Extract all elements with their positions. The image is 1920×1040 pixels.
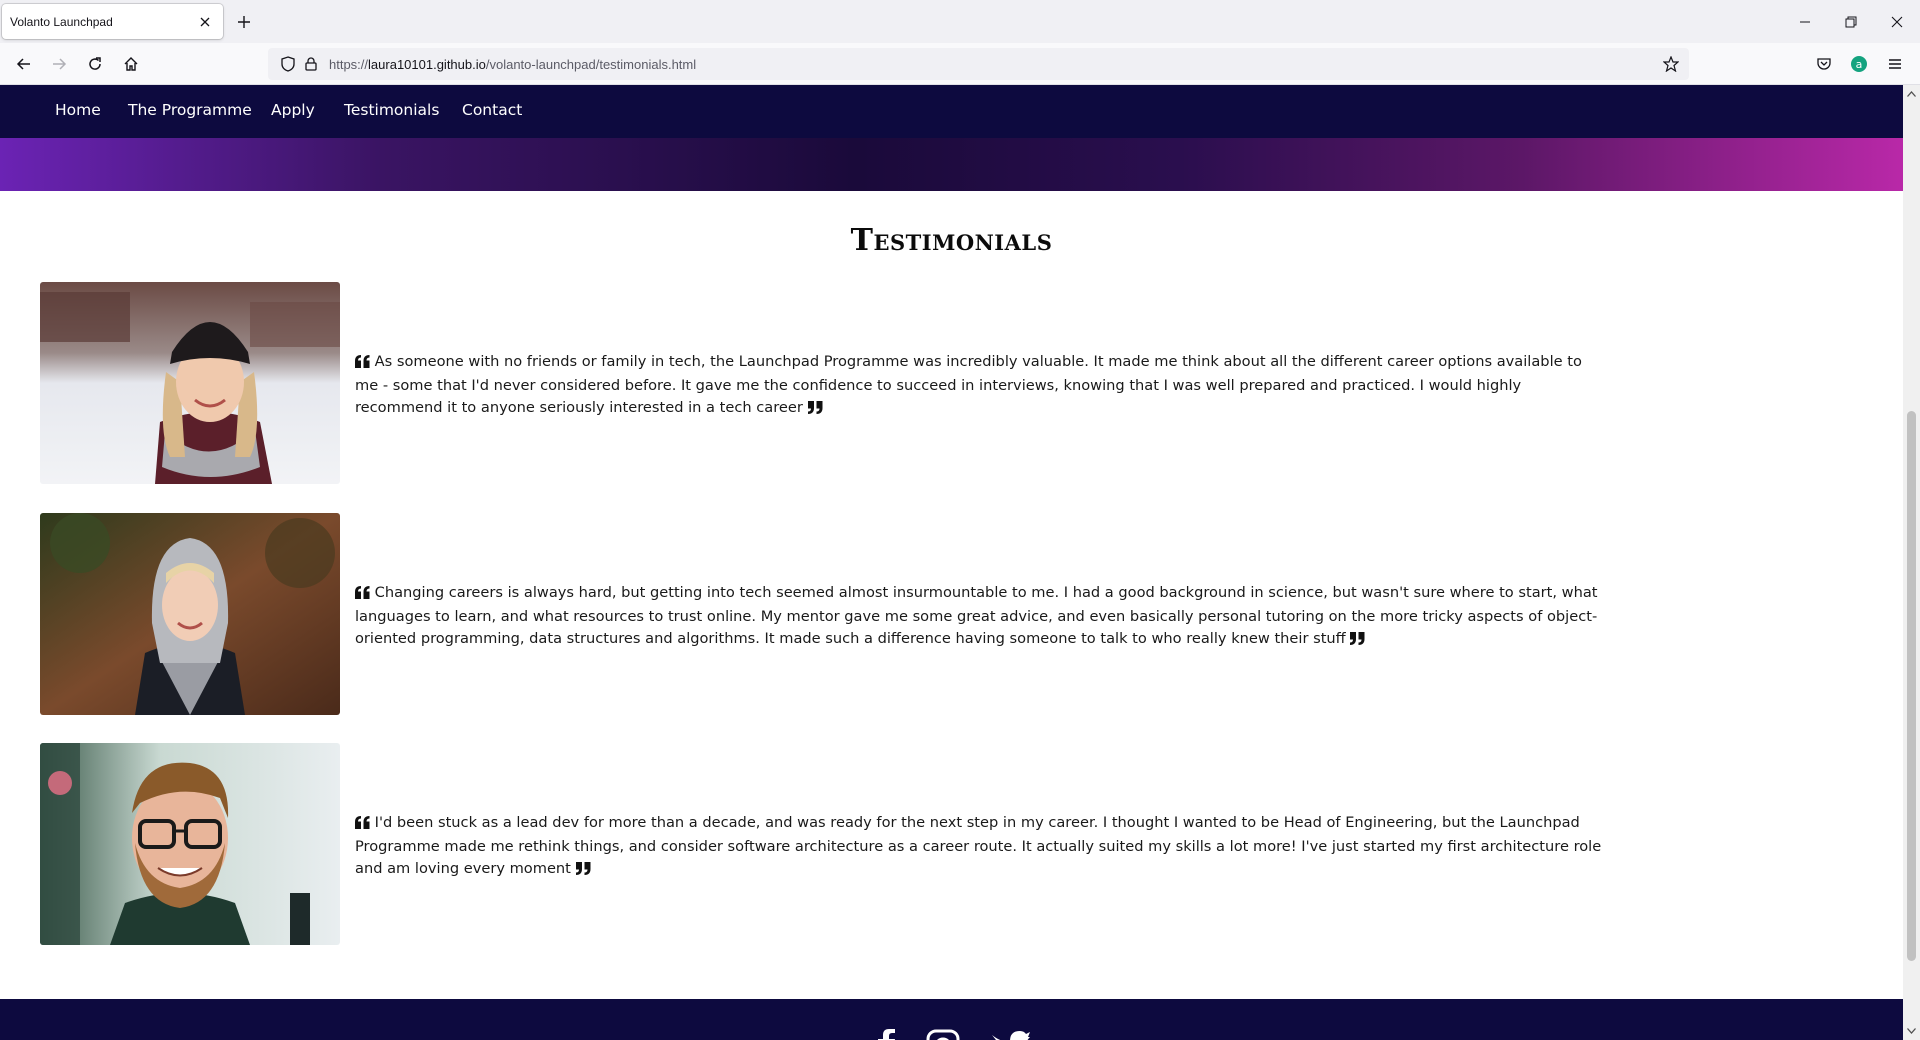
address-bar[interactable]: https://laura10101.github.io/volanto-lau… bbox=[268, 48, 1689, 80]
testimonial-card: As someone with no friends or family in … bbox=[40, 282, 1582, 484]
page-scrollbar[interactable] bbox=[1903, 85, 1920, 1040]
site-navbar: Home The Programme Apply Testimonials Co… bbox=[0, 85, 1903, 138]
minimize-icon[interactable] bbox=[1782, 6, 1828, 38]
account-extension-icon[interactable]: a bbox=[1845, 50, 1873, 78]
lock-icon[interactable] bbox=[301, 54, 321, 74]
testimonial-card: Changing careers is always hard, but get… bbox=[40, 513, 1598, 715]
shield-icon[interactable] bbox=[278, 54, 298, 74]
page-viewport: Home The Programme Apply Testimonials Co… bbox=[0, 85, 1903, 1040]
site-footer bbox=[0, 999, 1903, 1040]
instagram-icon[interactable] bbox=[921, 1029, 965, 1040]
menu-hamburger-icon[interactable] bbox=[1881, 50, 1909, 78]
hero-gradient-band bbox=[0, 138, 1903, 191]
testimonial-text: Changing careers is always hard, but get… bbox=[355, 584, 1598, 647]
bookmark-star-icon[interactable] bbox=[1661, 54, 1681, 74]
nav-link-contact[interactable]: Contact bbox=[462, 101, 522, 119]
testimonial-card: I'd been stuck as a lead dev for more th… bbox=[40, 743, 1601, 945]
url-path: /volanto-launchpad/testimonials.html bbox=[485, 57, 697, 72]
home-icon[interactable] bbox=[117, 50, 145, 78]
close-window-icon[interactable] bbox=[1874, 6, 1920, 38]
nav-link-programme[interactable]: The Programme bbox=[128, 101, 252, 119]
scroll-down-arrow-icon[interactable] bbox=[1906, 1025, 1917, 1036]
url-text: https://laura10101.github.io/volanto-lau… bbox=[329, 57, 696, 72]
url-prefix: https:// bbox=[329, 57, 369, 72]
browser-tab-bar: Volanto Launchpad bbox=[0, 0, 1920, 43]
url-host: laura10101.github.io bbox=[368, 57, 486, 72]
reload-icon[interactable] bbox=[81, 50, 109, 78]
page-title: Testimonials bbox=[850, 223, 1053, 258]
woman-in-hoodie-photo bbox=[40, 513, 340, 715]
close-quote-icon bbox=[575, 860, 591, 882]
nav-link-testimonials[interactable]: Testimonials bbox=[344, 101, 439, 119]
close-tab-icon[interactable] bbox=[193, 10, 217, 34]
nav-link-home[interactable]: Home bbox=[55, 101, 101, 119]
tab-title: Volanto Launchpad bbox=[10, 14, 113, 29]
twitter-icon[interactable] bbox=[988, 1029, 1032, 1040]
man-with-glasses-photo bbox=[40, 743, 340, 945]
svg-text:a: a bbox=[1856, 58, 1863, 71]
browser-tab[interactable]: Volanto Launchpad bbox=[2, 4, 223, 39]
testimonial-text: I'd been stuck as a lead dev for more th… bbox=[355, 814, 1602, 877]
scroll-thumb[interactable] bbox=[1907, 411, 1916, 961]
back-arrow-icon[interactable] bbox=[10, 50, 38, 78]
open-quote-icon bbox=[355, 353, 370, 375]
scroll-up-arrow-icon[interactable] bbox=[1906, 88, 1917, 99]
new-tab-icon[interactable] bbox=[232, 10, 256, 34]
testimonial-text: As someone with no friends or family in … bbox=[355, 353, 1582, 416]
testimonial-quote: I'd been stuck as a lead dev for more th… bbox=[355, 812, 1605, 882]
open-quote-icon bbox=[355, 814, 370, 836]
open-quote-icon bbox=[355, 584, 370, 606]
close-quote-icon bbox=[1350, 630, 1365, 652]
browser-toolbar: https://laura10101.github.io/volanto-lau… bbox=[0, 43, 1920, 85]
facebook-icon[interactable] bbox=[864, 1029, 908, 1040]
forward-arrow-icon[interactable] bbox=[45, 50, 73, 78]
nav-link-apply[interactable]: Apply bbox=[271, 101, 315, 119]
restore-icon[interactable] bbox=[1828, 6, 1874, 38]
pocket-icon[interactable] bbox=[1810, 50, 1838, 78]
testimonial-quote: Changing careers is always hard, but get… bbox=[355, 582, 1605, 652]
close-quote-icon bbox=[807, 399, 823, 421]
testimonial-quote: As someone with no friends or family in … bbox=[355, 351, 1605, 421]
woman-in-beanie-photo bbox=[40, 282, 340, 484]
